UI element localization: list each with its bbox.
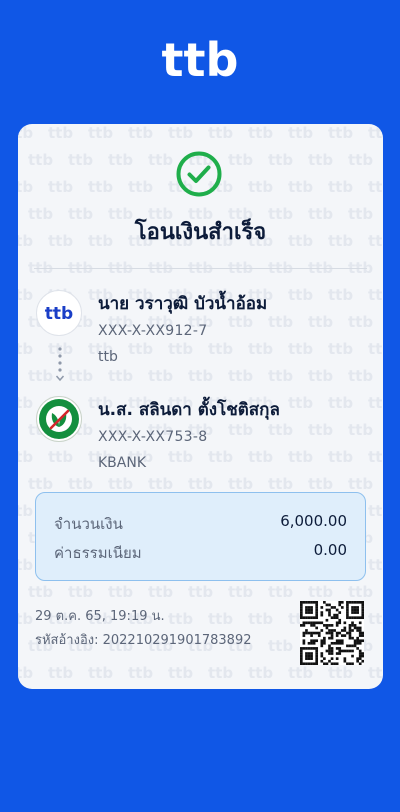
ttb-bank-logo: ttb [36,290,82,336]
reference-number: รหัสอ้างอิง: 202210291901783892 [35,633,252,648]
qr-code-icon[interactable] [300,601,364,665]
recipient-bank: KBANK [98,455,147,471]
check-circle-icon [176,151,222,197]
recipient-name: น.ส. สลินดา ตั้งโชติสกุล [98,400,280,420]
svg-text:ttb: ttb [162,38,239,82]
amount-row: จำนวนเงิน 6,000.00 [54,512,347,536]
ttb-logo: ttb [0,28,400,92]
fee-value: 0.00 [313,541,347,559]
fee-label: ค่าธรรมเนียม [54,544,142,562]
fee-row: ค่าธรรมเนียม 0.00 [54,541,347,565]
transaction-datetime: 29 ต.ค. 65, 19:19 น. [35,609,165,624]
amount-summary: จำนวนเงิน 6,000.00 ค่าธรรมเนียม 0.00 [35,492,366,581]
page-title: โอนเงินสำเร็จ [134,220,267,245]
amount-label: จำนวนเงิน [54,515,123,533]
amount-value: 6,000.00 [280,512,347,530]
svg-text:ttb: ttb [45,304,73,323]
transfer-receipt-card: ttbttbttbttbttbttbttbttbttbttbttbttbttbt… [18,124,383,689]
sender-bank: ttb [98,349,118,365]
kbank-logo [36,396,82,442]
divider [34,268,367,269]
sender-account: XXX-X-XX912-7 [98,323,208,339]
sender-name: นาย วราวุฒิ บัวน้ำอ้อม [98,294,268,314]
recipient-account: XXX-X-XX753-8 [98,429,208,445]
transfer-arrow-icon [56,347,64,382]
